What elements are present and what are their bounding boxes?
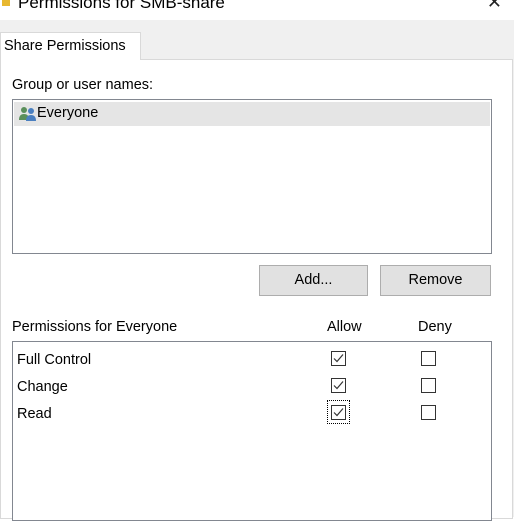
read-deny-checkbox[interactable] bbox=[421, 405, 436, 420]
deny-header: Deny bbox=[418, 319, 452, 335]
read-allow-checkbox[interactable] bbox=[331, 405, 346, 420]
add-button[interactable]: Add... bbox=[259, 265, 368, 296]
full-control-allow-checkbox[interactable] bbox=[331, 351, 346, 366]
allow-header: Allow bbox=[327, 319, 362, 335]
close-button[interactable]: ✕ bbox=[487, 0, 502, 12]
window-title: Permissions for SMB-share bbox=[18, 0, 225, 12]
permissions-header: Permissions for Everyone bbox=[12, 319, 178, 335]
permission-name-read: Read bbox=[17, 406, 52, 422]
checkmark-icon bbox=[333, 381, 344, 390]
change-deny-checkbox[interactable] bbox=[421, 378, 436, 393]
permission-name-change: Change bbox=[17, 379, 68, 395]
user-name-everyone: Everyone bbox=[37, 105, 99, 121]
tab-share-permissions[interactable]: Share Permissions bbox=[0, 32, 141, 60]
title-bar: Permissions for SMB-share ✕ bbox=[0, 0, 514, 20]
change-allow-checkbox[interactable] bbox=[331, 378, 346, 393]
permission-name-full-control: Full Control bbox=[17, 352, 92, 368]
list-item[interactable]: Everyone bbox=[14, 102, 490, 126]
checkmark-icon bbox=[333, 408, 344, 417]
remove-button[interactable]: Remove bbox=[380, 265, 491, 296]
checkmark-icon bbox=[333, 354, 344, 363]
user-listbox[interactable]: Everyone bbox=[12, 99, 492, 254]
users-icon bbox=[19, 106, 37, 122]
full-control-deny-checkbox[interactable] bbox=[421, 351, 436, 366]
permissions-list bbox=[12, 341, 492, 521]
folder-icon bbox=[2, 0, 10, 6]
group-or-user-names-label: Group or user names: bbox=[12, 77, 154, 93]
